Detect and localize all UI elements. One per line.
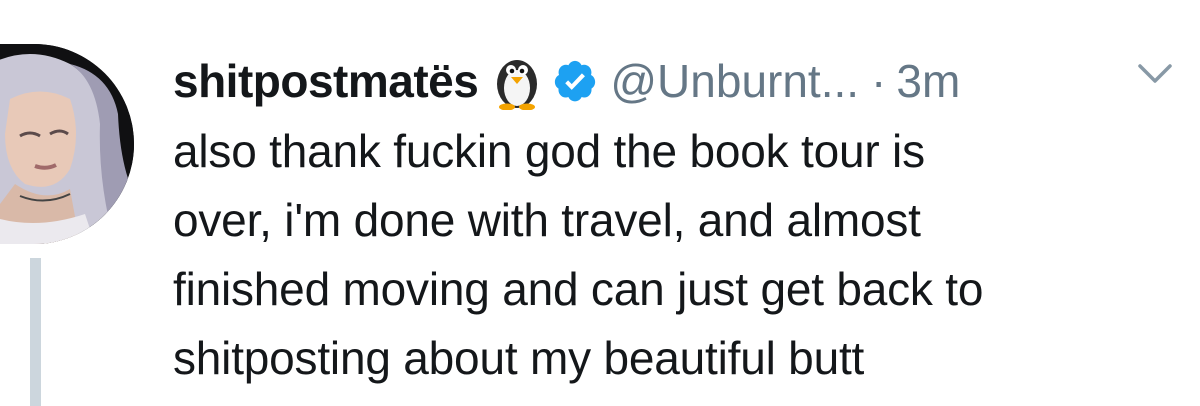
chevron-down-icon[interactable]	[1137, 62, 1173, 86]
tweet-text-line: shitposting about my beautiful butt	[173, 332, 865, 384]
tweet-header: shitpostmatës @Unburnt... · 3m	[173, 46, 960, 116]
display-name[interactable]: shitpostmatës	[173, 54, 479, 108]
tweet-text: also thank fuckin god the book tour is o…	[173, 117, 1183, 393]
tweet-text-line: finished moving and can just get back to	[173, 263, 984, 315]
verified-badge-icon	[552, 58, 598, 104]
avatar[interactable]	[0, 44, 134, 244]
tweet-text-line: also thank fuckin god the book tour is	[173, 125, 925, 177]
thread-connector-line	[30, 258, 41, 406]
avatar-image	[0, 44, 134, 244]
tweet[interactable]: shitpostmatës @Unburnt... · 3m also than…	[0, 0, 1200, 406]
tweet-text-line: over, i'm done with travel, and almost	[173, 194, 921, 246]
timestamp[interactable]: 3m	[896, 54, 960, 108]
user-handle[interactable]: @Unburnt...	[610, 54, 859, 108]
penguin-icon	[492, 52, 542, 111]
separator-dot: ·	[871, 55, 887, 107]
